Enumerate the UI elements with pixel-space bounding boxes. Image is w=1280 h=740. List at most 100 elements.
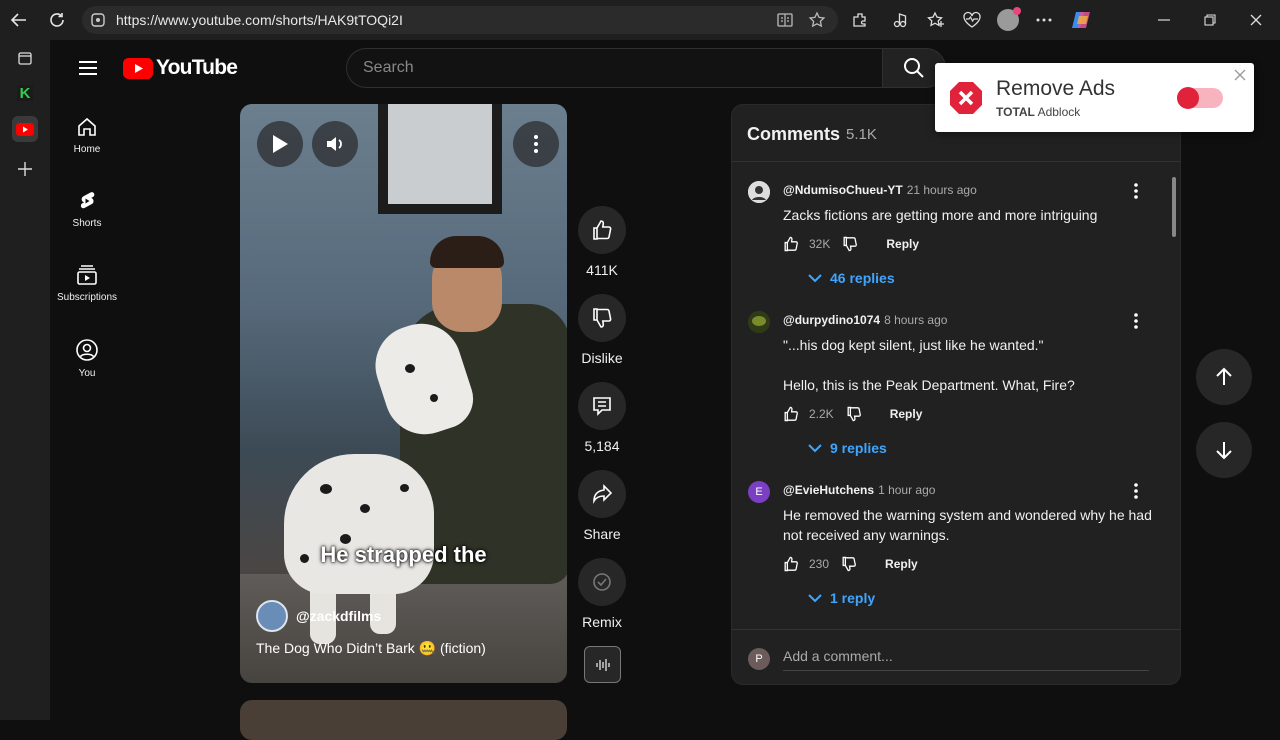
comment-like-count: 2.2K [809, 407, 834, 421]
comment-avatar[interactable] [748, 311, 770, 333]
play-button[interactable] [257, 121, 303, 167]
play-icon [273, 135, 288, 153]
user-photo-icon [748, 311, 770, 333]
shorts-icon [80, 192, 95, 209]
comment-meta: @NdumisoChueu-YT 21 hours ago [783, 183, 977, 197]
comment-text: He removed the warning system and wonder… [783, 507, 1152, 543]
comment-meta: @durpydino1074 8 hours ago [783, 313, 947, 327]
comment-like-button[interactable] [783, 406, 799, 422]
comment-time[interactable]: 1 hour ago [878, 483, 935, 497]
minimize-icon[interactable] [1146, 0, 1182, 40]
comment-menu-button[interactable] [1126, 181, 1146, 201]
comment-author[interactable]: @NdumisoChueu-YT [783, 183, 903, 197]
comment-time[interactable]: 21 hours ago [907, 183, 977, 197]
comment-dislike-button[interactable] [841, 556, 857, 572]
comment-dislike-button[interactable] [846, 406, 862, 422]
kebab-icon [534, 135, 538, 153]
search-input[interactable]: Search [346, 48, 884, 88]
comment-avatar[interactable]: E [748, 481, 770, 503]
view-replies-button[interactable]: 9 replies [808, 440, 887, 456]
favorite-star-icon[interactable] [808, 11, 826, 29]
copilot-icon[interactable] [1064, 0, 1100, 40]
comments-scrollbar[interactable] [1172, 177, 1176, 237]
video-scene-man-hair [430, 236, 504, 268]
like-action[interactable]: 411K [572, 206, 632, 278]
comment-author[interactable]: @durpydino1074 [783, 313, 880, 327]
dislike-button[interactable] [578, 294, 626, 342]
view-replies-button[interactable]: 1 reply [808, 590, 875, 606]
comment-dislike-button[interactable] [842, 236, 858, 252]
video-title[interactable]: The Dog Who Didn’t Bark 🤐 (fiction) [256, 640, 486, 657]
video-more-button[interactable] [513, 121, 559, 167]
next-video-preview[interactable] [240, 700, 567, 740]
comment-like-button[interactable] [783, 556, 799, 572]
like-button[interactable] [578, 206, 626, 254]
adblock-brand-rest: Adblock [1034, 105, 1081, 119]
browser-toolbar: https://www.youtube.com/shorts/HAK9tTOQi… [0, 0, 1280, 40]
back-icon[interactable] [0, 0, 38, 40]
remix-action[interactable]: Remix [572, 558, 632, 630]
channel-info[interactable]: @zackdfilms [256, 600, 381, 632]
reader-view-icon[interactable] [776, 11, 794, 29]
nav-subscriptions[interactable]: Subscriptions [50, 264, 124, 303]
comment-text-line: Hello, this is the Peak Department. What… [783, 377, 1075, 393]
youtube-logo[interactable]: YouTube [123, 56, 238, 80]
volume-button[interactable] [312, 121, 358, 167]
url-text: https://www.youtube.com/shorts/HAK9tTOQi… [116, 12, 403, 28]
comment-reply-button[interactable]: Reply [886, 237, 919, 251]
comment-icon [593, 397, 611, 416]
view-replies-button[interactable]: 46 replies [808, 270, 895, 286]
remove-ads-toggle[interactable] [1177, 87, 1223, 109]
refresh-icon[interactable] [38, 0, 76, 40]
comment-actions: 230 Reply [783, 556, 918, 572]
replies-count: 9 replies [830, 440, 887, 456]
comment-like-button[interactable] [783, 236, 799, 252]
nav-home[interactable]: Home [50, 116, 124, 155]
dog-spot [360, 504, 370, 513]
previous-short-button[interactable] [1196, 349, 1252, 405]
nav-shorts[interactable]: Shorts [50, 190, 124, 229]
comment-author[interactable]: @EvieHutchens [783, 483, 874, 497]
tab-kahoot-icon[interactable]: K [12, 80, 38, 106]
replies-count: 1 reply [830, 590, 876, 606]
remix-button[interactable] [578, 558, 626, 606]
restore-icon[interactable] [1192, 0, 1228, 40]
share-action[interactable]: Share [572, 470, 632, 542]
comments-button[interactable] [578, 382, 626, 430]
site-info-icon[interactable] [90, 12, 106, 28]
favorites-icon[interactable] [918, 0, 954, 40]
channel-name[interactable]: @zackdfilms [296, 608, 381, 624]
address-bar[interactable]: https://www.youtube.com/shorts/HAK9tTOQi… [82, 6, 838, 34]
chevron-down-icon [808, 443, 822, 452]
comment-menu-button[interactable] [1126, 311, 1146, 331]
audio-track-button[interactable] [584, 646, 621, 683]
more-menu-icon[interactable] [1026, 0, 1062, 40]
arrow-down-icon [1216, 442, 1232, 460]
comment-reply-button[interactable]: Reply [890, 407, 923, 421]
comment-reply-button[interactable]: Reply [885, 557, 918, 571]
comments-action[interactable]: 5,184 [572, 382, 632, 454]
comment-avatar[interactable] [748, 181, 770, 203]
nav-you[interactable]: You [50, 338, 124, 379]
next-short-button[interactable] [1196, 422, 1252, 478]
new-tab-icon[interactable] [12, 156, 38, 182]
dislike-action[interactable]: Dislike [572, 294, 632, 366]
extensions-icon[interactable] [842, 0, 878, 40]
profile-avatar[interactable] [990, 0, 1026, 40]
comment-menu-button[interactable] [1126, 481, 1146, 501]
browser-essentials-icon[interactable] [954, 0, 990, 40]
share-button[interactable] [578, 470, 626, 518]
guide-menu-icon[interactable] [76, 56, 100, 80]
close-popup-icon[interactable] [1234, 69, 1248, 83]
comment-text: "...his dog kept silent, just like he wa… [783, 335, 1155, 395]
remix-icon [593, 573, 611, 591]
tab-actions-icon[interactable] [12, 45, 38, 71]
comment-time[interactable]: 8 hours ago [884, 313, 947, 327]
channel-avatar[interactable] [256, 600, 288, 632]
tab-youtube-icon[interactable] [12, 116, 38, 142]
shorts-video-player[interactable]: He strapped the @zackdfilms The Dog Who … [240, 104, 567, 683]
search-icon [904, 58, 924, 78]
media-control-icon[interactable] [882, 0, 918, 40]
add-comment-input[interactable]: Add a comment... [783, 648, 1149, 671]
close-window-icon[interactable] [1238, 0, 1274, 40]
